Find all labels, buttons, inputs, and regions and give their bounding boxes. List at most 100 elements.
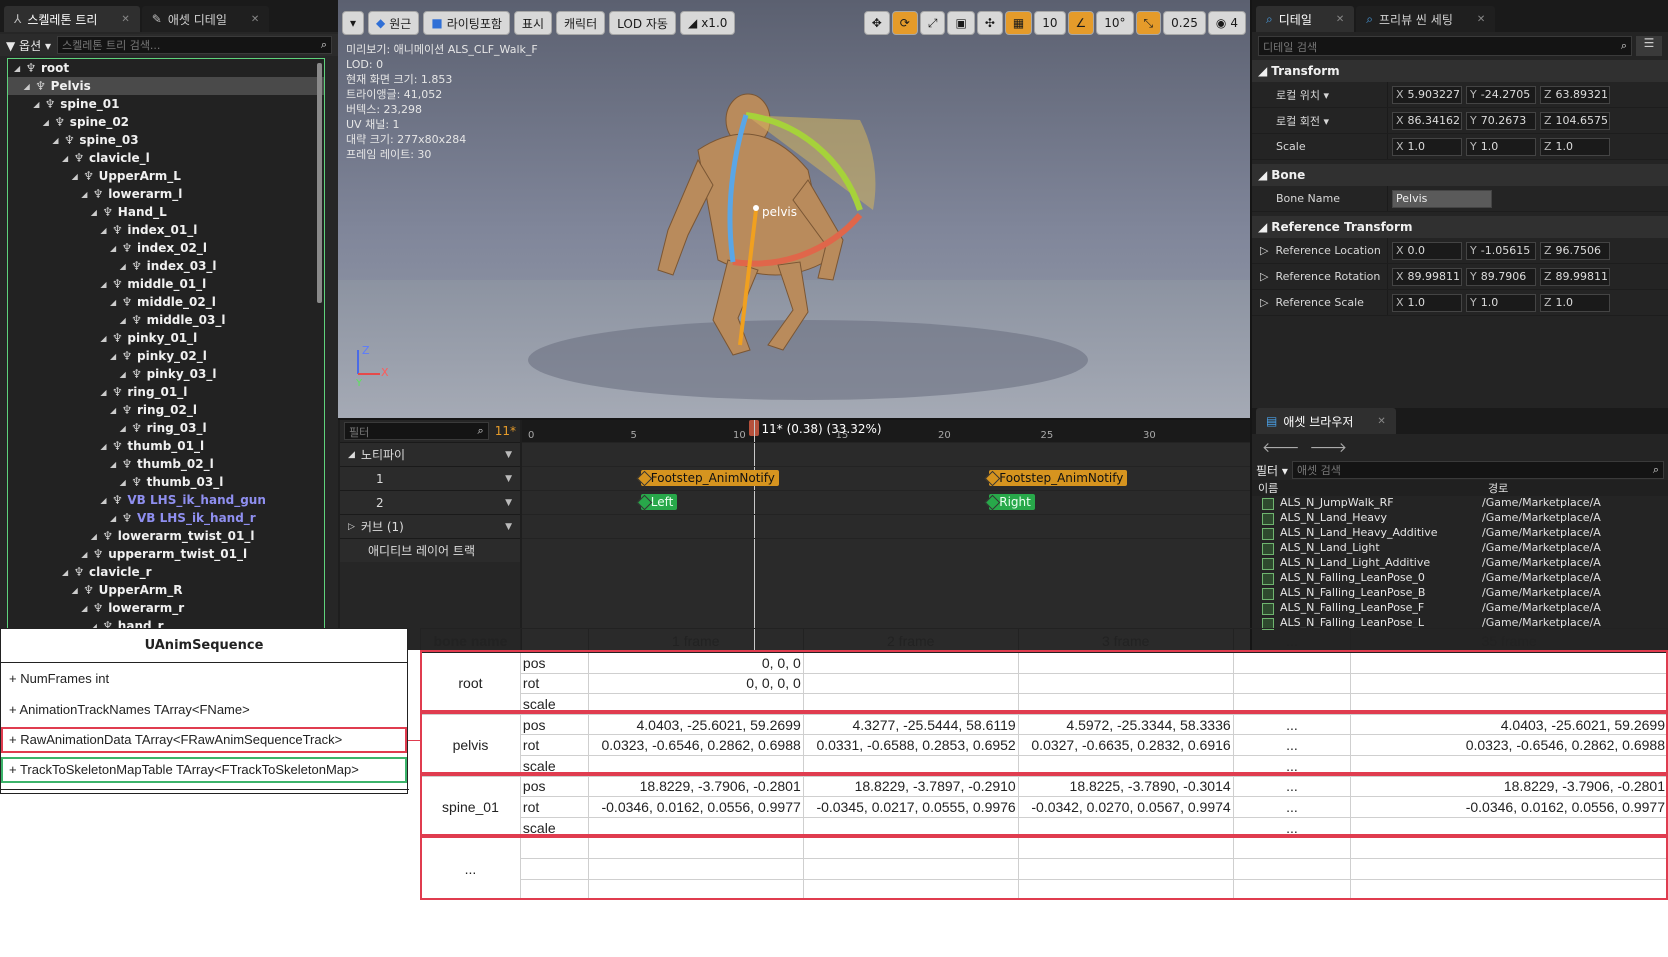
scale-y-field[interactable]: Y 1.0 <box>1466 137 1536 156</box>
tree-row-vb-lhs-ik-hand-gun[interactable]: ◢ ♆ VB LHS_ik_hand_gun <box>8 491 324 509</box>
tree-row-vb-lhs-ik-hand-r[interactable]: ◢ ♆ VB LHS_ik_hand_r <box>8 509 324 527</box>
close-icon[interactable]: ✕ <box>1377 416 1385 427</box>
dropdown-icon[interactable]: ▼ <box>505 474 512 484</box>
name-column-header[interactable]: 이름 <box>1252 480 1488 496</box>
tree-row-spine-03[interactable]: ◢ ♆ spine_03 <box>8 131 324 149</box>
tree-row-pinky-03-l[interactable]: ◢ ♆ pinky_03_l <box>8 365 324 383</box>
expand-arrow-icon[interactable]: ◢ <box>100 496 110 505</box>
tree-row-pelvis[interactable]: ◢ ♆ Pelvis <box>8 77 324 95</box>
tab-asset-browser[interactable]: ▤ 애셋 브라우저 ✕ <box>1256 408 1396 434</box>
expand-arrow-icon[interactable]: ◢ <box>120 316 130 325</box>
asset-row[interactable]: ALS_N_Land_Light_Additive/Game/Marketpla… <box>1252 556 1668 571</box>
tree-row-thumb-02-l[interactable]: ◢ ♆ thumb_02_l <box>8 455 324 473</box>
tree-row-lowerarm-l[interactable]: ◢ ♆ lowerarm_l <box>8 185 324 203</box>
rotation-y-field[interactable]: Y 70.2673 <box>1466 111 1536 130</box>
tree-row-index-03-l[interactable]: ◢ ♆ index_03_l <box>8 257 324 275</box>
close-icon[interactable]: ✕ <box>121 14 129 25</box>
options-button[interactable]: ▼ 옵션 ▾ <box>6 37 51 54</box>
ref-scale-label[interactable]: ▷ Reference Scale <box>1252 290 1388 315</box>
forward-arrow-icon[interactable]: 🡒 <box>1310 439 1348 456</box>
rotation-label[interactable]: 로컬 회전 ▾ <box>1252 108 1388 133</box>
expand-arrow-icon[interactable]: ◢ <box>72 586 82 595</box>
tree-row-clavicle-r[interactable]: ◢ ♆ clavicle_r <box>8 563 324 581</box>
ref-location-label[interactable]: ▷ Reference Location <box>1252 238 1388 263</box>
tree-row-ring-02-l[interactable]: ◢ ♆ ring_02_l <box>8 401 324 419</box>
expand-arrow-icon[interactable]: ◢ <box>43 118 53 127</box>
expand-arrow-icon[interactable]: ▷ <box>348 522 355 532</box>
location-z-field[interactable]: Z 63.89321 <box>1540 85 1610 104</box>
asset-row[interactable]: ALS_N_Falling_LeanPose_B/Game/Marketplac… <box>1252 586 1668 601</box>
viewport[interactable]: ▾ ◆ 원근 ■ 라이팅포함 표시 캐릭터 LOD 자동 ◢ x1.0 ✥ ⟳ ⤢ ▣… <box>338 0 1250 418</box>
tree-row-upperarm-r[interactable]: ◢ ♆ UpperArm_R <box>8 581 324 599</box>
tree-row-pinky-02-l[interactable]: ◢ ♆ pinky_02_l <box>8 347 324 365</box>
expand-arrow-icon[interactable]: ◢ <box>120 478 130 487</box>
expand-arrow-icon[interactable]: ◢ <box>348 450 355 460</box>
tree-row-clavicle-l[interactable]: ◢ ♆ clavicle_l <box>8 149 324 167</box>
expand-arrow-icon[interactable]: ◢ <box>110 460 120 469</box>
tab-preview-scene[interactable]: ⌕ 프리뷰 씬 세팅 ✕ <box>1356 6 1496 32</box>
expand-arrow-icon[interactable]: ◢ <box>24 82 34 91</box>
tree-row-spine-01[interactable]: ◢ ♆ spine_01 <box>8 95 324 113</box>
location-label[interactable]: 로컬 위치 ▾ <box>1252 82 1388 107</box>
timeline-track[interactable]: 1 ▼ <box>340 466 520 490</box>
timeline-area[interactable]: 0 5 10 15 20 25 30 11* (0.38) (33.32%) Footstep… <box>522 420 1250 650</box>
tree-row-upperarm-twist-01-l[interactable]: ◢ ♆ upperarm_twist_01_l <box>8 545 324 563</box>
anim-notify[interactable]: Footstep_AnimNotify <box>989 470 1128 486</box>
asset-row[interactable]: ALS_N_Land_Light/Game/Marketplace/A <box>1252 541 1668 556</box>
expand-arrow-icon[interactable]: ◢ <box>110 406 120 415</box>
transform-category[interactable]: ◢ Transform <box>1252 60 1668 82</box>
tree-row-middle-03-l[interactable]: ◢ ♆ middle_03_l <box>8 311 324 329</box>
asset-row[interactable]: ALS_N_Land_Heavy_Additive/Game/Marketpla… <box>1252 526 1668 541</box>
tree-row-middle-02-l[interactable]: ◢ ♆ middle_02_l <box>8 293 324 311</box>
asset-row[interactable]: ALS_N_Falling_LeanPose_F/Game/Marketplac… <box>1252 601 1668 616</box>
timeline-filter-input[interactable]: 필터 ⌕ <box>344 422 489 440</box>
tab-skeleton-tree[interactable]: ⅄ 스켈레톤 트리 ✕ <box>4 6 140 32</box>
rotation-z-field[interactable]: Z 104.6575 <box>1540 111 1610 130</box>
expand-arrow-icon[interactable]: ◢ <box>110 352 120 361</box>
tree-row-ring-03-l[interactable]: ◢ ♆ ring_03_l <box>8 419 324 437</box>
asset-row[interactable]: ALS_N_JumpWalk_RF/Game/Marketplace/A <box>1252 496 1668 511</box>
details-search-input[interactable]: 디테일 검색 ⌕ <box>1258 36 1632 56</box>
expand-arrow-icon[interactable]: ◢ <box>110 244 120 253</box>
timeline-lane[interactable] <box>522 538 1250 560</box>
close-icon[interactable]: ✕ <box>1477 14 1485 25</box>
tab-asset-details[interactable]: ✎ 애셋 디테일 ✕ <box>141 6 270 32</box>
expand-arrow-icon[interactable]: ◢ <box>62 568 72 577</box>
asset-row[interactable]: ALS_N_Falling_LeanPose_0/Game/Marketplac… <box>1252 571 1668 586</box>
close-icon[interactable]: ✕ <box>251 14 259 25</box>
expand-arrow-icon[interactable]: ◢ <box>120 262 130 271</box>
timeline-lane[interactable] <box>522 514 1250 536</box>
asset-search-input[interactable]: 애셋 검색 ⌕ <box>1291 461 1664 479</box>
tree-row-root[interactable]: ◢ ♆ root <box>8 59 324 77</box>
expand-arrow-icon[interactable]: ◢ <box>91 208 101 217</box>
timeline-lane[interactable] <box>522 442 1250 464</box>
tree-row-pinky-01-l[interactable]: ◢ ♆ pinky_01_l <box>8 329 324 347</box>
expand-arrow-icon[interactable]: ◢ <box>62 154 72 163</box>
ref-rotation-label[interactable]: ▷ Reference Rotation <box>1252 264 1388 289</box>
expand-arrow-icon[interactable]: ◢ <box>81 190 91 199</box>
scale-x-field[interactable]: X 1.0 <box>1392 137 1462 156</box>
tree-row-upperarm-l[interactable]: ◢ ♆ UpperArm_L <box>8 167 324 185</box>
view-options-button[interactable]: ☰ <box>1636 36 1662 56</box>
tree-row-spine-02[interactable]: ◢ ♆ spine_02 <box>8 113 324 131</box>
timeline-track[interactable]: ▷ 커브 (1) ▼ <box>340 514 520 538</box>
timeline-lane[interactable] <box>522 490 1250 512</box>
expand-arrow-icon[interactable]: ◢ <box>100 334 110 343</box>
skeleton-search-input[interactable]: 스켈레톤 트리 검색... ⌕ <box>56 36 332 54</box>
tree-row-index-02-l[interactable]: ◢ ♆ index_02_l <box>8 239 324 257</box>
back-arrow-icon[interactable]: 🡐 <box>1262 439 1300 456</box>
anim-notify[interactable]: Left <box>640 494 678 510</box>
dropdown-icon[interactable]: ▼ <box>505 498 512 508</box>
timeline-lane[interactable] <box>522 466 1250 488</box>
expand-arrow-icon[interactable]: ◢ <box>100 388 110 397</box>
asset-filter-button[interactable]: 필터 ▾ <box>1256 462 1288 479</box>
tree-row-lowerarm-r[interactable]: ◢ ♆ lowerarm_r <box>8 599 324 617</box>
location-y-field[interactable]: Y -24.2705 <box>1466 85 1536 104</box>
tree-row-ring-01-l[interactable]: ◢ ♆ ring_01_l <box>8 383 324 401</box>
timeline-track[interactable]: 애디티브 레이어 트랙 <box>340 538 520 562</box>
expand-arrow-icon[interactable]: ◢ <box>81 550 91 559</box>
tree-row-index-01-l[interactable]: ◢ ♆ index_01_l <box>8 221 324 239</box>
expand-arrow-icon[interactable]: ◢ <box>100 280 110 289</box>
tree-row-lowerarm-twist-01-l[interactable]: ◢ ♆ lowerarm_twist_01_l <box>8 527 324 545</box>
reference-transform-category[interactable]: ◢ Reference Transform <box>1252 216 1668 238</box>
